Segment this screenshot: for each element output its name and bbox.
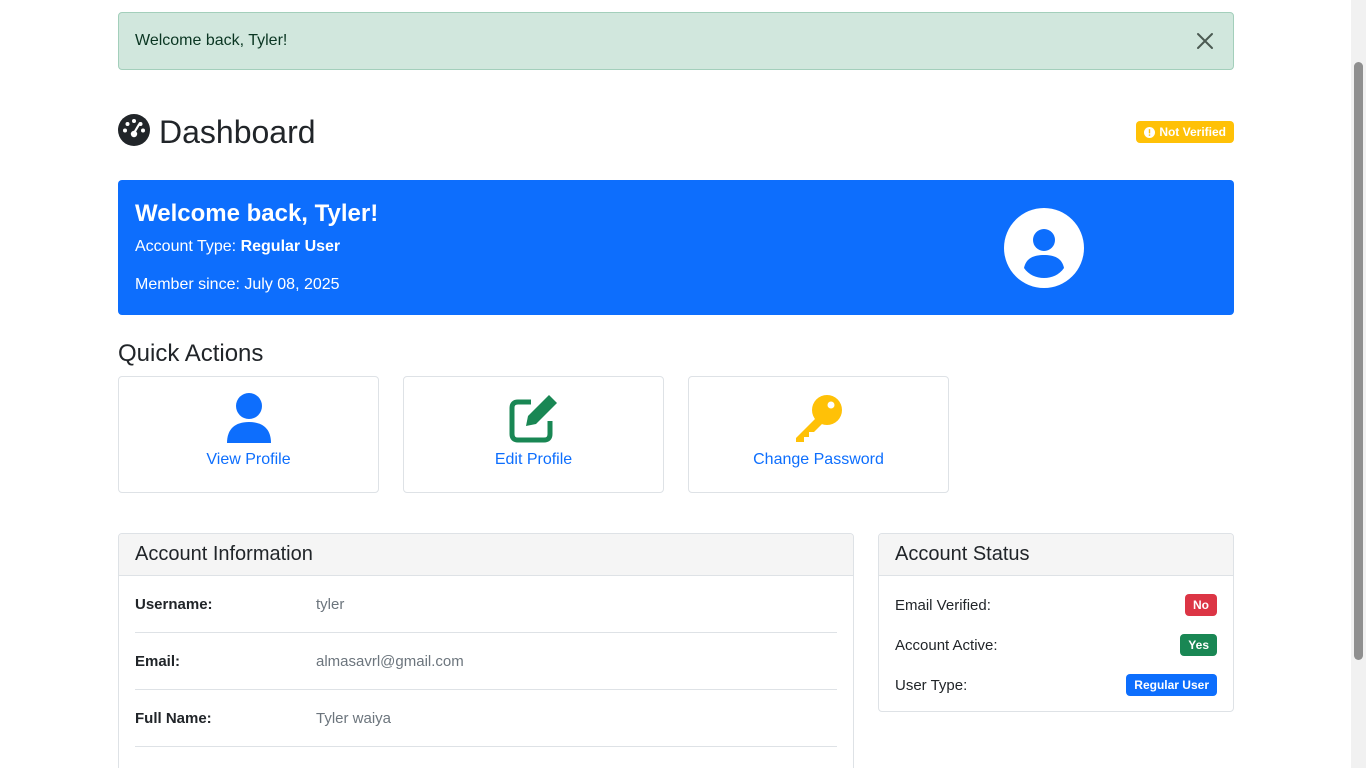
info-label: Username: (135, 595, 213, 613)
info-row-full-name: Full Name: Tyler waiya (135, 690, 837, 747)
info-row-email: Email: almasavrl@gmail.com (135, 633, 837, 690)
user-icon (226, 393, 271, 443)
edit-profile-label: Edit Profile (494, 451, 573, 468)
change-password-label: Change Password (753, 451, 884, 468)
info-icon (1144, 126, 1156, 138)
key-icon (794, 393, 844, 443)
status-badge: Regular User (1126, 674, 1217, 696)
account-information-title: Account Information (119, 534, 853, 576)
change-password-card[interactable]: Change Password (688, 376, 949, 493)
scrollbar-thumb[interactable] (1354, 62, 1363, 660)
avatar-icon (1004, 208, 1084, 288)
account-information-card: Account Information Username: tyler Emai… (118, 533, 854, 768)
status-label: Email Verified: (895, 596, 991, 614)
status-badge: Yes (1180, 634, 1217, 656)
speedometer-icon (118, 113, 150, 151)
info-label: Full Name: (135, 709, 212, 727)
info-row-username: Username: tyler (135, 576, 837, 633)
status-label: Account Active: (895, 636, 998, 654)
verification-badge-label: Not Verified (1159, 125, 1226, 139)
status-label: User Type: (895, 676, 968, 694)
welcome-alert: Welcome back, Tyler! (118, 12, 1234, 70)
status-row-account-active: Account Active: Yes (895, 625, 1217, 665)
account-type-value: Regular User (240, 238, 341, 255)
welcome-banner: Welcome back, Tyler! Account Type: Regul… (118, 180, 1234, 315)
info-value: almasavrl@gmail.com (316, 652, 464, 670)
quick-actions-title: Quick Actions (118, 340, 264, 367)
info-value: tyler (316, 595, 345, 613)
account-status-card: Account Status Email Verified: No Accoun… (878, 533, 1234, 712)
edit-profile-card[interactable]: Edit Profile (403, 376, 664, 493)
view-profile-card[interactable]: View Profile (118, 376, 379, 493)
alert-message: Welcome back, Tyler! (135, 32, 288, 49)
status-badge: No (1185, 594, 1217, 616)
account-type-label: Account Type: (135, 238, 237, 255)
close-icon[interactable] (1193, 29, 1217, 53)
page-title: Dashboard (159, 113, 316, 150)
info-value: Tyler waiya (316, 709, 392, 727)
page-header: Dashboard Not Verified (118, 110, 1234, 154)
view-profile-label: View Profile (206, 451, 291, 468)
verification-badge: Not Verified (1136, 121, 1234, 143)
info-label: Email: (135, 652, 181, 670)
page-scrollbar[interactable] (1351, 0, 1366, 768)
status-row-user-type: User Type: Regular User (895, 665, 1217, 705)
account-status-title: Account Status (879, 534, 1233, 576)
edit-icon (509, 393, 559, 443)
status-row-email-verified: Email Verified: No (895, 585, 1217, 625)
